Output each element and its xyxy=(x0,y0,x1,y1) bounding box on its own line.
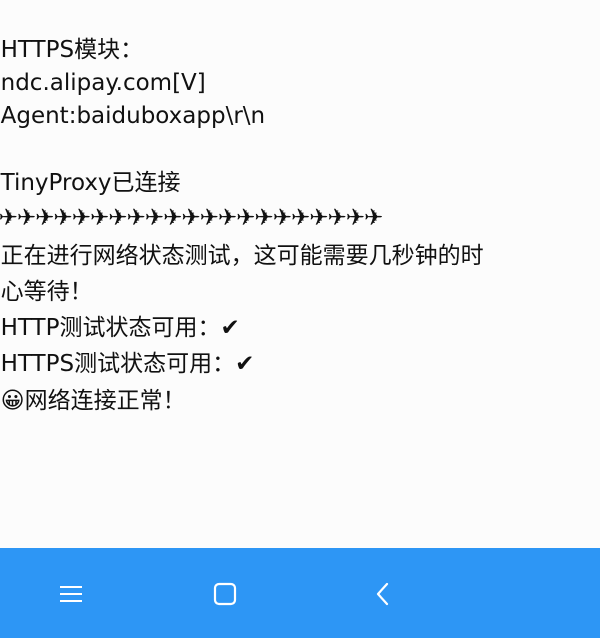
menu-button[interactable] xyxy=(49,572,93,616)
terminal-line-http-status: HTTP测试状态可用：✔ xyxy=(0,315,240,341)
terminal-line-user-agent: Agent:baiduboxapp\r\n xyxy=(0,103,266,129)
terminal-line-testing-network: 正在进行网络状态测试，这可能需要几秒钟的时 xyxy=(0,243,484,269)
terminal-output: HTTPS模块： ndc.alipay.com[V] Agent:baidubo… xyxy=(0,0,600,548)
home-button[interactable] xyxy=(203,572,247,616)
back-button[interactable] xyxy=(361,572,405,616)
chevron-left-icon xyxy=(376,582,389,606)
terminal-line-tinyproxy-connected: TinyProxy已连接 xyxy=(0,170,181,196)
terminal-line-airplanes: ✈✈✈✈✈✈✈✈✈✈✈✈✈✈✈✈✈✈✈✈✈ xyxy=(0,205,383,231)
terminal-line-network-ok: 😀网络连接正常！ xyxy=(0,388,186,414)
menu-icon xyxy=(60,586,82,602)
terminal-line-host: ndc.alipay.com[V] xyxy=(0,70,206,96)
terminal-line-please-wait: 心等待！ xyxy=(0,279,93,305)
terminal-line-https-status: HTTPS测试状态可用：✔ xyxy=(0,351,255,377)
square-home-icon xyxy=(213,582,237,606)
android-navigation-bar xyxy=(0,548,600,638)
terminal-line-https-module: HTTPS模块： xyxy=(0,37,144,63)
